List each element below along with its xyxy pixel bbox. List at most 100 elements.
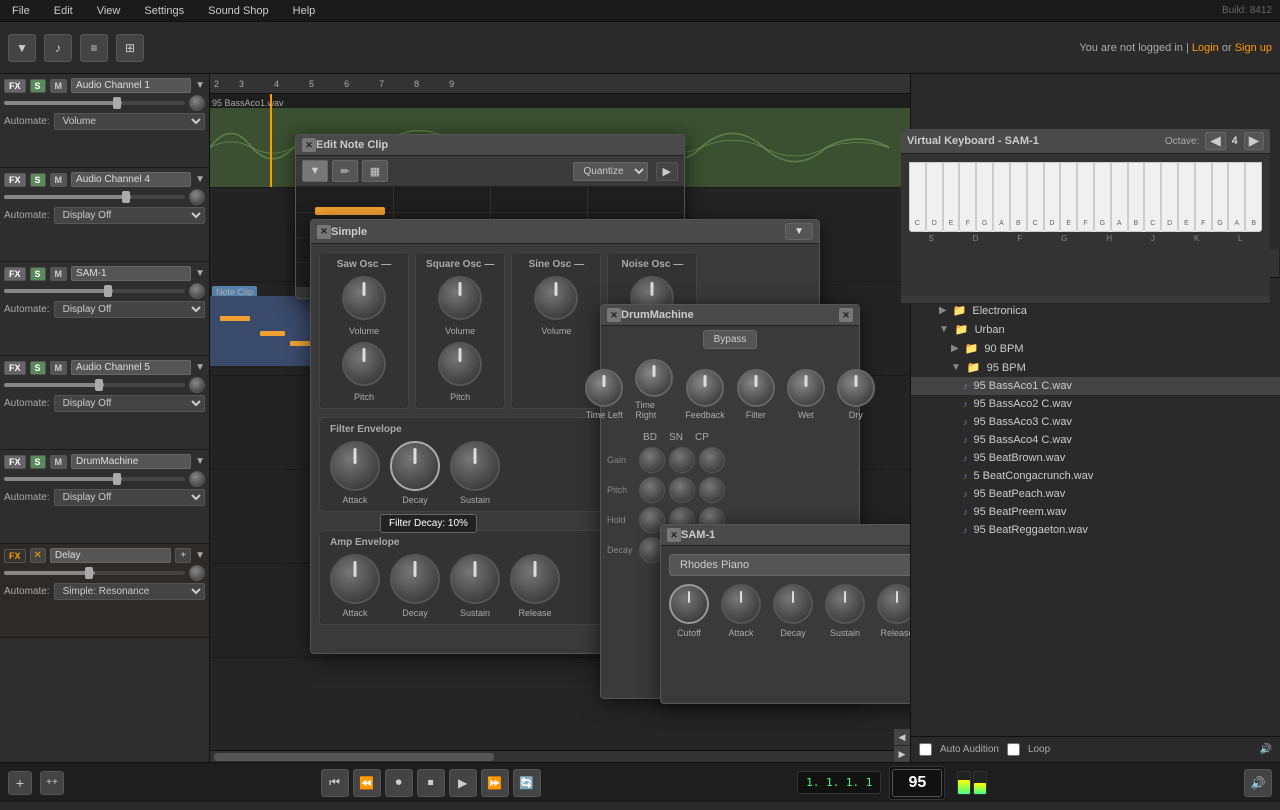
sam1-preset-select[interactable]: Rhodes Piano xyxy=(669,554,910,576)
loop-checkbox[interactable] xyxy=(1007,743,1020,756)
transport-record-btn[interactable]: ⏺ xyxy=(385,769,413,797)
pencil-tool[interactable]: ♪ xyxy=(44,34,72,62)
tree-item-bassaco4[interactable]: ♪ 95 BassAco4 C.wav xyxy=(911,431,1280,449)
edit-note-clip-title-bar[interactable]: ✕ Edit Note Clip xyxy=(296,135,684,156)
track-delay-arrow[interactable]: ▼ xyxy=(195,550,205,561)
track-sam1-fx-btn[interactable]: FX xyxy=(4,267,26,281)
login-link[interactable]: Login xyxy=(1192,42,1219,54)
track-5-pan-knob[interactable] xyxy=(189,377,205,393)
track-sam1-volume-slider[interactable] xyxy=(4,289,185,293)
edit-note-clip-close[interactable]: ✕ xyxy=(302,138,316,152)
key-a3[interactable]: A xyxy=(993,162,1010,232)
sam1-decay-knob[interactable] xyxy=(773,584,813,624)
tree-item-90bpm[interactable]: ▶ 📁 90 BPM xyxy=(911,339,1280,358)
filter-sustain-knob[interactable] xyxy=(450,441,500,491)
filter-knob[interactable] xyxy=(737,369,775,407)
tree-item-beatreggaeton[interactable]: ♪ 95 BeatReggaeton.wav xyxy=(911,521,1280,539)
transport-play-btn[interactable]: ▶ xyxy=(449,769,477,797)
key-a5[interactable]: A xyxy=(1228,162,1245,232)
track-delay-fx-btn[interactable]: FX xyxy=(4,549,26,563)
menu-help[interactable]: Help xyxy=(289,3,320,19)
key-f4[interactable]: F xyxy=(1077,162,1094,232)
octave-down-btn[interactable]: ◀ xyxy=(1205,132,1225,150)
square-volume-knob[interactable] xyxy=(438,276,482,320)
select-edit-tool[interactable]: ▼ xyxy=(302,160,328,182)
sn-pitch-knob[interactable] xyxy=(669,477,695,503)
track-5-fx-btn[interactable]: FX xyxy=(4,361,26,375)
track-1-volume-slider[interactable] xyxy=(4,101,185,105)
menu-settings[interactable]: Settings xyxy=(140,3,188,19)
amp-decay-knob[interactable] xyxy=(390,554,440,604)
key-f3[interactable]: F xyxy=(959,162,976,232)
track-4-arrow[interactable]: ▼ xyxy=(195,174,205,185)
key-c4[interactable]: C xyxy=(1027,162,1044,232)
feedback-knob[interactable] xyxy=(686,369,724,407)
tree-item-urban[interactable]: ▼ 📁 Urban xyxy=(911,320,1280,339)
add-pattern-btn[interactable]: ++ xyxy=(40,771,64,795)
track-1-automate-select[interactable]: Volume xyxy=(54,113,205,130)
track-drum-s-btn[interactable]: S xyxy=(30,455,46,469)
filter-attack-knob[interactable] xyxy=(330,441,380,491)
track-delay-volume-slider[interactable] xyxy=(4,571,185,575)
tree-item-bassaco3[interactable]: ♪ 95 BassAco3 C.wav xyxy=(911,413,1280,431)
pattern-tool[interactable]: ≡ xyxy=(80,34,108,62)
track-delay-add-btn[interactable]: + xyxy=(175,548,191,563)
amp-sustain-knob[interactable] xyxy=(450,554,500,604)
key-g5[interactable]: G xyxy=(1212,162,1229,232)
quantize-select[interactable]: Quantize xyxy=(573,162,648,181)
filter-decay-knob[interactable] xyxy=(390,441,440,491)
key-d3[interactable]: D xyxy=(926,162,943,232)
add-track-btn[interactable]: + xyxy=(8,771,32,795)
track-5-s-btn[interactable]: S xyxy=(30,361,46,375)
transport-stop-btn[interactable]: ⏹ xyxy=(417,769,445,797)
volume-icon[interactable]: 🔊 xyxy=(1260,744,1272,755)
key-g3[interactable]: G xyxy=(976,162,993,232)
bypass-btn[interactable]: Bypass xyxy=(703,330,758,349)
track-4-m-btn[interactable]: M xyxy=(50,173,68,187)
key-e5[interactable]: E xyxy=(1178,162,1195,232)
tree-item-beatbrown[interactable]: ♪ 95 BeatBrown.wav xyxy=(911,449,1280,467)
square-pitch-knob[interactable] xyxy=(438,342,482,386)
track-sam1-m-btn[interactable]: M xyxy=(50,267,68,281)
tree-item-95bpm[interactable]: ▼ 📁 95 BPM xyxy=(911,358,1280,377)
cp-pitch-knob[interactable] xyxy=(699,477,725,503)
transport-rewind-btn[interactable]: ⏮ xyxy=(321,769,349,797)
auto-audition-checkbox[interactable] xyxy=(919,743,932,756)
track-delay-pan-knob[interactable] xyxy=(189,565,205,581)
track-4-volume-slider[interactable] xyxy=(4,195,185,199)
pencil-edit-tool[interactable]: ✏ xyxy=(332,160,358,182)
select-tool[interactable]: ▼ xyxy=(8,34,36,62)
h-scrollbar[interactable] xyxy=(210,750,910,762)
simple-synth-close[interactable]: ✕ xyxy=(317,225,331,239)
key-e4[interactable]: E xyxy=(1060,162,1077,232)
key-e3[interactable]: E xyxy=(943,162,960,232)
tree-item-bassaco1[interactable]: ♪ 95 BassAco1 C.wav xyxy=(911,377,1280,395)
track-drum-pan-knob[interactable] xyxy=(189,471,205,487)
track-sam1-arrow[interactable]: ▼ xyxy=(195,268,205,279)
bd-pitch-knob[interactable] xyxy=(639,477,665,503)
key-a4[interactable]: A xyxy=(1111,162,1128,232)
bd-gain-knob[interactable] xyxy=(639,447,665,473)
cp-gain-knob[interactable] xyxy=(699,447,725,473)
key-f5[interactable]: F xyxy=(1195,162,1212,232)
grid-tool[interactable]: ⊞ xyxy=(116,34,144,62)
transport-backward-btn[interactable]: ⏪ xyxy=(353,769,381,797)
track-sam1-s-btn[interactable]: S xyxy=(30,267,46,281)
track-delay-automate-select[interactable]: Simple: Resonance xyxy=(54,583,205,600)
key-b4[interactable]: B xyxy=(1128,162,1145,232)
track-1-pan-knob[interactable] xyxy=(189,95,205,111)
track-4-s-btn[interactable]: S xyxy=(30,173,46,187)
play-clip-btn[interactable]: ▶ xyxy=(656,162,678,181)
sine-volume-knob[interactable] xyxy=(534,276,578,320)
key-c5[interactable]: C xyxy=(1144,162,1161,232)
note-block-1[interactable] xyxy=(315,207,385,215)
vk-title-bar[interactable]: Virtual Keyboard - SAM-1 Octave: ◀ 4 ▶ xyxy=(901,129,1270,154)
tree-item-beatpeach[interactable]: ♪ 95 BeatPeach.wav xyxy=(911,485,1280,503)
track-5-m-btn[interactable]: M xyxy=(50,361,68,375)
track-1-fx-btn[interactable]: FX xyxy=(4,79,26,93)
cutoff-knob[interactable] xyxy=(669,584,709,624)
track-1-s-btn[interactable]: S xyxy=(30,79,46,93)
track-5-volume-slider[interactable] xyxy=(4,383,185,387)
track-drum-m-btn[interactable]: M xyxy=(50,455,68,469)
track-4-automate-select[interactable]: Display Off xyxy=(54,207,205,224)
